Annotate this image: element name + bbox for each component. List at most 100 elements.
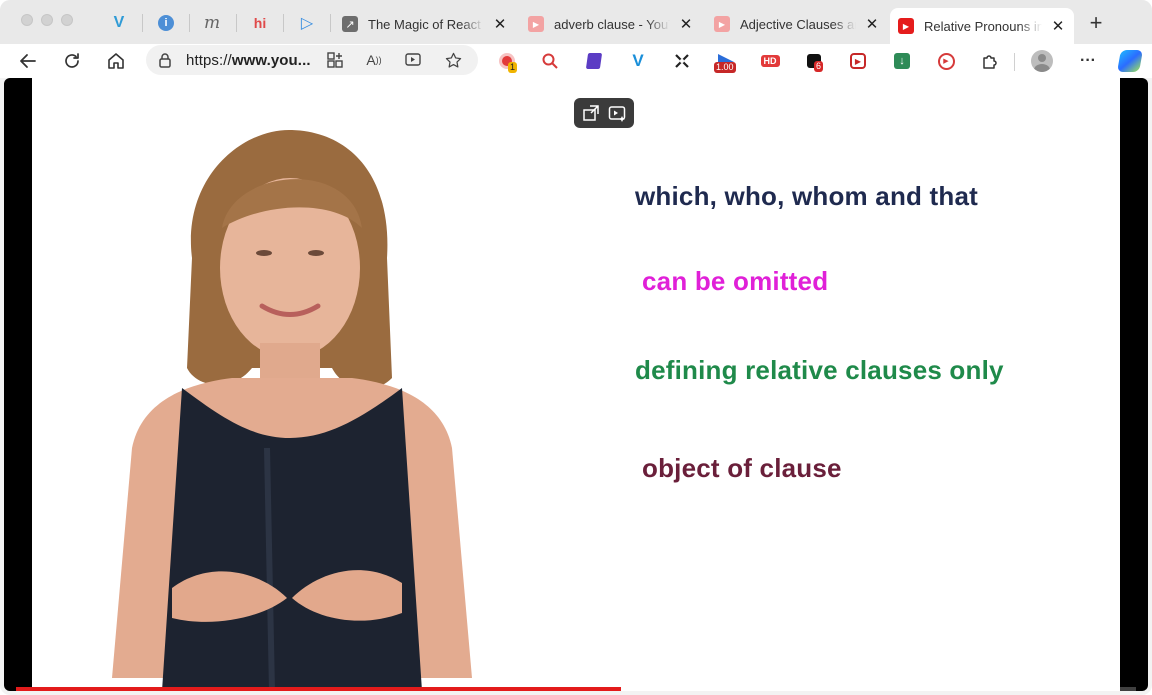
url-text[interactable]: https://www.you...: [186, 52, 311, 69]
refresh-icon: [65, 53, 79, 68]
video-overlay-controls: [574, 98, 634, 128]
reload-button[interactable]: [60, 49, 84, 73]
tab-title: Relative Pronouns in: [924, 18, 1042, 34]
slide-line-4: object of clause: [642, 453, 842, 483]
url-scheme: https://: [186, 51, 232, 69]
presenter-image: [112, 129, 472, 691]
play-circle-extension[interactable]: ▶: [936, 51, 956, 71]
window-zoom-dot[interactable]: [61, 14, 73, 26]
video-downloader-extension[interactable]: ▶: [848, 51, 868, 71]
home-icon: [108, 53, 124, 69]
slide-line-2: can be omitted: [642, 266, 829, 296]
tab-adverb-clause[interactable]: ▶ adverb clause - YouT ✕: [520, 8, 702, 40]
tab-divider: [142, 14, 143, 32]
browser-toolbar: https://www.you... A)) 1 V 1.00 HD 6 ▶ ↓…: [0, 44, 1152, 78]
youtube-icon: ▶: [714, 16, 730, 32]
hi-icon: hi: [253, 15, 267, 31]
extension-badge: 1: [508, 62, 518, 73]
tab-divider: [236, 14, 237, 32]
tab-divider: [189, 14, 190, 32]
shuffle-icon: [675, 54, 689, 68]
slide-line-3: defining relative clauses only: [635, 355, 1004, 385]
browser-window: V i m hi ▷ ↗ The Magic of React - ✕ ▶ ad…: [0, 0, 1152, 695]
vimeo-extension[interactable]: V: [628, 51, 648, 71]
info-icon: i: [158, 15, 174, 31]
plus-icon: +: [1089, 10, 1103, 35]
tab-divider: [330, 14, 331, 32]
red-play-icon: ▶: [850, 53, 866, 69]
tab-title: adverb clause - YouT: [554, 16, 670, 32]
toolbar-divider: [1014, 53, 1015, 71]
video-enhance-icon[interactable]: [404, 51, 422, 69]
close-icon[interactable]: ✕: [1050, 17, 1066, 35]
speed-flag-icon: [718, 54, 734, 62]
video-player[interactable]: which, who, whom and that can be omitted…: [4, 78, 1148, 691]
close-icon[interactable]: ✕: [864, 15, 880, 33]
counter-extension[interactable]: 6: [804, 51, 824, 72]
back-button[interactable]: [16, 49, 40, 73]
hd-extension[interactable]: HD: [760, 51, 780, 71]
minimize-video-button[interactable]: [582, 104, 600, 122]
pinned-tab-vimeo[interactable]: V: [108, 12, 130, 34]
notes-extension[interactable]: [584, 51, 604, 71]
url-domain: www.you...: [231, 51, 311, 69]
download-icon: ↓: [894, 53, 910, 69]
tab-relative-pronouns[interactable]: ▶ Relative Pronouns in ✕: [890, 8, 1074, 44]
apps-icon[interactable]: [326, 51, 344, 69]
extensions-button[interactable]: [980, 51, 1000, 71]
screen-record-extension[interactable]: 1: [497, 51, 518, 73]
video-progress-bar[interactable]: [16, 687, 1136, 691]
vimeo-v-icon: V: [113, 14, 125, 31]
star-icon[interactable]: [444, 51, 462, 69]
magnifier-icon: [542, 53, 558, 69]
pinned-tab-d[interactable]: ▷: [296, 12, 318, 34]
youtube-icon: ▶: [898, 18, 914, 34]
tab-divider: [283, 14, 284, 32]
tab-magic-of-react[interactable]: ↗ The Magic of React - ✕: [334, 8, 516, 40]
extension-badge: 6: [814, 61, 824, 72]
address-bar[interactable]: https://www.you... A)): [146, 45, 478, 75]
hd-icon: HD: [760, 55, 780, 67]
read-aloud-icon[interactable]: A)): [365, 51, 383, 69]
video-progress-fill: [16, 687, 621, 691]
minimize-window-icon: [583, 105, 599, 121]
picture-in-picture-button[interactable]: [608, 104, 626, 122]
profile-button[interactable]: [1031, 50, 1053, 72]
window-close-dot[interactable]: [21, 14, 33, 26]
tab-strip: V i m hi ▷ ↗ The Magic of React - ✕ ▶ ad…: [0, 0, 1152, 44]
play-circle-icon: ▶: [937, 52, 955, 70]
tab-adjective-clauses[interactable]: ▶ Adjective Clauses an ✕: [706, 8, 888, 40]
ellipsis-icon: ···: [1080, 52, 1096, 69]
pinned-tab-hi[interactable]: hi: [249, 12, 271, 34]
window-minimize-dot[interactable]: [41, 14, 53, 26]
lock-icon: [159, 53, 171, 68]
pinned-tab-info[interactable]: i: [155, 12, 177, 34]
pip-sparkle-icon: [608, 106, 626, 122]
close-icon[interactable]: ✕: [492, 15, 508, 33]
home-button[interactable]: [104, 49, 128, 73]
extension-badge: 1.00: [714, 62, 736, 73]
slide-line-1: which, who, whom and that: [635, 181, 978, 211]
pen-note-icon: [585, 53, 603, 69]
pinned-tab-m[interactable]: m: [201, 12, 223, 34]
copilot-button[interactable]: [1117, 49, 1143, 73]
avatar-icon: [1031, 50, 1053, 72]
new-tab-button[interactable]: +: [1084, 10, 1108, 36]
puzzle-icon: [983, 55, 997, 69]
youtube-icon: ▶: [528, 16, 544, 32]
close-icon[interactable]: ✕: [678, 15, 694, 33]
link-arrow-icon: ↗: [342, 16, 358, 32]
vimeo-v-icon: V: [632, 51, 644, 70]
video-frame: which, who, whom and that can be omitted…: [32, 78, 1120, 691]
arrow-left-icon: [20, 54, 36, 68]
download-extension[interactable]: ↓: [892, 51, 912, 71]
copilot-icon: [1117, 50, 1143, 72]
m-icon: m: [203, 13, 221, 33]
shuffle-extension[interactable]: [672, 51, 692, 71]
search-extension[interactable]: [540, 51, 560, 71]
more-menu-button[interactable]: ···: [1078, 51, 1098, 71]
tab-title: Adjective Clauses an: [740, 16, 856, 32]
tab-title: The Magic of React -: [368, 16, 484, 32]
video-speed-extension[interactable]: 1.00: [714, 51, 736, 73]
d-icon: ▷: [300, 15, 314, 32]
